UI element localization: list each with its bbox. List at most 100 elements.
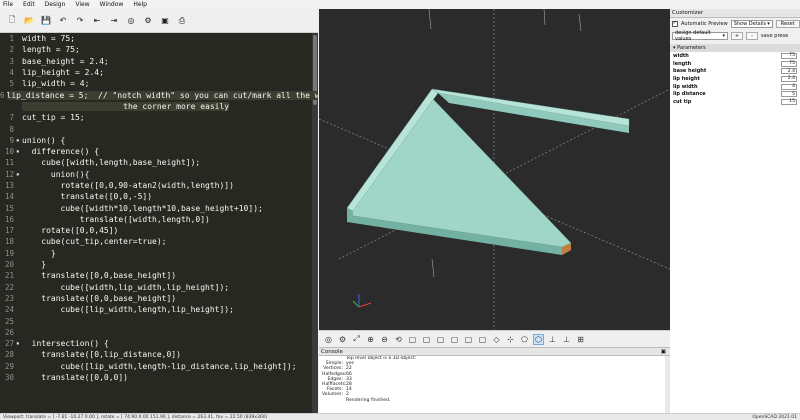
view-front-icon[interactable]: ▢ xyxy=(463,334,474,345)
render-icon[interactable]: ⚙ xyxy=(142,15,154,27)
console-title: Console xyxy=(321,348,343,355)
code-line[interactable]: 1 width = 75; xyxy=(0,33,318,44)
code-line[interactable]: 24 cube([lip_width,length,lip_height]); xyxy=(0,304,318,315)
code-line[interactable]: 12 ▪ union(){ xyxy=(0,169,318,180)
menu-item-edit[interactable]: Edit xyxy=(23,1,35,8)
reset-view-icon[interactable]: ⟲ xyxy=(393,334,404,345)
zoom-out-icon[interactable]: ⊖ xyxy=(379,334,390,345)
save-icon[interactable]: 💾 xyxy=(40,15,52,27)
code-text: translate([0,lip_distance,0]) xyxy=(22,350,181,360)
line-number: 12 xyxy=(4,169,14,179)
code-line[interactable]: 20 } xyxy=(0,259,318,270)
viewport-canvas[interactable] xyxy=(318,8,671,330)
automatic-preview-label: Automatic Preview xyxy=(681,20,728,27)
parameter-value-input[interactable]: 15 xyxy=(781,98,797,105)
preview-icon[interactable]: ◎ xyxy=(125,15,137,27)
reset-button[interactable]: Reset xyxy=(775,19,800,28)
editor-toolbar: 🗋 📂 💾 ↶ ↷ ⇤ ⇥ ◎ ⚙ ▣ ⎙ xyxy=(0,9,318,33)
code-line[interactable]: the corner more easily xyxy=(0,101,318,112)
redo-icon[interactable]: ↷ xyxy=(74,15,86,27)
code-line[interactable]: 14 translate([0,0,-5]) xyxy=(0,191,318,202)
code-line[interactable]: 27 ▪ intersection() { xyxy=(0,338,318,349)
menu-item-view[interactable]: View xyxy=(75,1,89,8)
parameter-value-input[interactable]: 75 xyxy=(781,60,797,67)
export-stl-icon[interactable]: ▣ xyxy=(159,15,171,27)
open-file-icon[interactable]: 📂 xyxy=(23,15,35,27)
parameter-value-input[interactable]: 2.4 xyxy=(781,75,797,82)
send-to-print-icon[interactable]: ⎙ xyxy=(176,15,188,27)
show-edges-icon[interactable]: ⊞ xyxy=(575,334,586,345)
parameter-name: length xyxy=(673,60,692,67)
3d-viewport[interactable] xyxy=(318,8,671,330)
unindent-icon[interactable]: ⇤ xyxy=(91,15,103,27)
parameter-value-input[interactable]: 4 xyxy=(781,83,797,90)
code-line[interactable]: 22 cube([width,lip_width,lip_height]); xyxy=(0,282,318,293)
automatic-preview-checkbox[interactable]: ✓ xyxy=(672,20,678,27)
zoom-all-icon[interactable]: ⤢ xyxy=(351,334,362,345)
code-line[interactable]: 3 base_height = 2.4; xyxy=(0,56,318,67)
customizer-toolbar: ✓ Automatic Preview Show Details ▾ Reset xyxy=(670,18,800,29)
menu-item-design[interactable]: Design xyxy=(45,1,66,8)
perspective-icon[interactable]: ⬠ xyxy=(519,334,530,345)
code-line[interactable]: 18 cube(cut_tip,center=true); xyxy=(0,236,318,247)
parameter-value-input[interactable]: 75 xyxy=(781,52,797,59)
console-output[interactable]: Top level object is a 3D object: Simple: y… xyxy=(319,356,670,413)
show-scale-icon[interactable]: ⊥ xyxy=(561,334,572,345)
code-line[interactable]: 7 cut_tip = 15; xyxy=(0,112,318,123)
view-top-icon[interactable]: ▢ xyxy=(421,334,432,345)
save-preset-button[interactable]: save prese xyxy=(761,33,788,39)
view-center-icon[interactable]: ⊹ xyxy=(505,334,516,345)
parameter-value-input[interactable]: 2.4 xyxy=(781,68,797,75)
add-preset-button[interactable]: + xyxy=(731,31,743,40)
menu-item-file[interactable]: File xyxy=(3,1,13,8)
code-line[interactable]: 23 translate([0,0,base_height]) xyxy=(0,293,318,304)
line-number: 13 xyxy=(4,181,14,190)
code-line[interactable]: 30 translate([0,0,0]) xyxy=(0,372,318,383)
code-editor[interactable]: 1 width = 75; 2 length = 75; 3 base_height = … xyxy=(0,33,318,413)
code-line[interactable]: 28 translate([0,lip_distance,0]) xyxy=(0,349,318,360)
code-line[interactable]: 17 rotate([0,0,45]) xyxy=(0,225,318,236)
preview-icon[interactable]: ◎ xyxy=(323,334,334,345)
code-line[interactable]: 26 xyxy=(0,327,318,338)
code-line[interactable]: 19 } xyxy=(0,248,318,259)
code-line[interactable]: 11 cube([width,length,base_height]); xyxy=(0,157,318,168)
view-diagonal-icon[interactable]: ◇ xyxy=(491,334,502,345)
show-axes-icon[interactable]: ⊥ xyxy=(547,334,558,345)
view-left-icon[interactable]: ▢ xyxy=(449,334,460,345)
code-line[interactable]: 2 length = 75; xyxy=(0,44,318,55)
status-bar: Viewport: translate = [ -7.81 -10.27 0.0… xyxy=(0,413,800,420)
remove-preset-button[interactable]: - xyxy=(746,31,758,40)
console-header: Console ▣ xyxy=(319,347,670,356)
code-line[interactable]: 15 cube([width*10,length*10,base_height+… xyxy=(0,202,318,213)
menu-item-window[interactable]: Window xyxy=(100,1,124,8)
code-line[interactable]: 5 lip_width = 4; xyxy=(0,78,318,89)
parameters-header[interactable]: ▾ Parameters xyxy=(670,44,800,52)
render-icon[interactable]: ⚙ xyxy=(337,334,348,345)
code-line[interactable]: 6 lip_distance = 5; // "notch width" so y… xyxy=(0,89,318,100)
code-line[interactable]: 9 ▪ union() { xyxy=(0,135,318,146)
preset-select[interactable]: design default values ▾ xyxy=(672,30,728,42)
line-number: 30 xyxy=(4,373,14,383)
indent-icon[interactable]: ⇥ xyxy=(108,15,120,27)
menu-item-help[interactable]: Help xyxy=(133,1,147,8)
code-line[interactable]: 10 ▪ difference() { xyxy=(0,146,318,157)
view-back-icon[interactable]: ▢ xyxy=(477,334,488,345)
view-right-icon[interactable]: ▢ xyxy=(407,334,418,345)
code-line[interactable]: 21 translate([0,0,base_height]) xyxy=(0,270,318,281)
code-line[interactable]: 16 translate([width,length,0]) xyxy=(0,214,318,225)
code-line[interactable]: 29 cube([lip_width,length-lip_distance,l… xyxy=(0,361,318,372)
details-select[interactable]: Show Details ▾ xyxy=(730,19,773,28)
console-close-icon[interactable]: ▣ xyxy=(661,349,666,355)
zoom-in-icon[interactable]: ⊕ xyxy=(365,334,376,345)
parameter-row: lip height 2.4 xyxy=(670,75,800,83)
view-bottom-icon[interactable]: ▢ xyxy=(435,334,446,345)
code-line[interactable]: 13 rotate([0,0,90-atan2(width,length)]) xyxy=(0,180,318,191)
code-line[interactable]: 4 lip_height = 2.4; xyxy=(0,67,318,78)
code-line[interactable]: 8 xyxy=(0,123,318,134)
code-line[interactable]: 25 xyxy=(0,315,318,326)
parameter-value-input[interactable]: 5 xyxy=(781,91,797,98)
undo-icon[interactable]: ↶ xyxy=(57,15,69,27)
orthogonal-icon[interactable]: ⬡ xyxy=(533,333,544,345)
code-text: translate([0,0,base_height]) xyxy=(22,293,177,303)
new-file-icon[interactable]: 🗋 xyxy=(6,15,18,27)
